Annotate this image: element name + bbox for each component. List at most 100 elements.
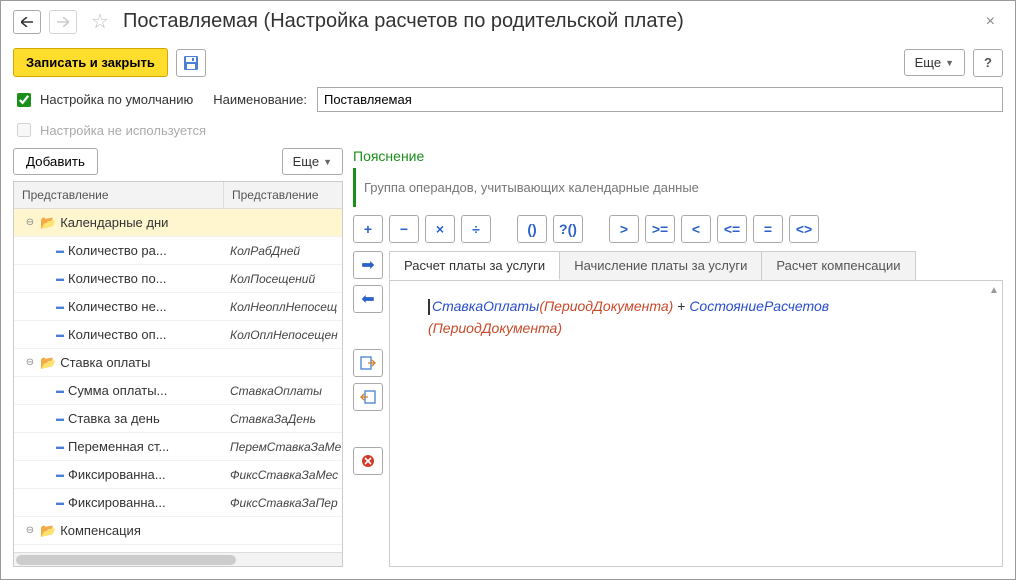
expand-icon[interactable]: ⊖ (24, 217, 36, 228)
explanation-title: Пояснение (353, 148, 1003, 164)
tree-hscrollbar[interactable] (14, 552, 342, 566)
main-toolbar: Записать и закрыть Еще ▼ ? (1, 42, 1015, 83)
tree-col-1[interactable]: Представление (14, 182, 224, 208)
default-setting-checkbox[interactable]: Настройка по умолчанию (13, 90, 193, 110)
formula-vscrollbar[interactable]: ▲ (988, 285, 1000, 562)
delete-button[interactable] (353, 447, 383, 475)
tree-row[interactable]: ▬ Количество ра... КолРабДней (14, 237, 342, 265)
tree-row[interactable]: ▬ Ставка за деньСтавкаЗаДень (14, 405, 342, 433)
tree-item-label: Календарные дни (60, 215, 168, 230)
expand-icon[interactable]: ⊖ (24, 525, 36, 536)
item-icon: ▬ (56, 498, 64, 507)
tree-row[interactable]: ▬ Количество по...КолПосещений (14, 265, 342, 293)
tree-col-2[interactable]: Представление (224, 182, 342, 208)
favorite-icon[interactable]: ☆ (91, 9, 109, 34)
settings-row-1: Настройка по умолчанию Наименование: (1, 83, 1015, 116)
chevron-down-icon: ▼ (945, 58, 954, 68)
folder-icon: 📂 (40, 215, 56, 231)
tree-item-label: Фиксированна... (68, 467, 166, 482)
save-button[interactable] (176, 49, 206, 77)
tree-item-code: КолРабДней (224, 244, 342, 258)
tree-row[interactable]: ▬ Фиксированна...ФиксСтавкаЗаПер (14, 489, 342, 517)
save-close-button[interactable]: Записать и закрыть (13, 48, 168, 77)
tree-item-label: Переменная ст... (68, 439, 169, 454)
insert-right-button[interactable]: ➡ (353, 251, 383, 279)
tree-header: Представление Представление (14, 182, 342, 209)
tree-row[interactable]: ▬ Сумма оплаты...СтавкаОплаты (14, 377, 342, 405)
operator-button[interactable]: <= (717, 215, 747, 243)
tree-item-code: СтавкаОплаты (224, 384, 342, 398)
tree-item-code: ПеремСтавкаЗаМе (224, 440, 342, 454)
tree-item-code: КолПосещений (224, 272, 342, 286)
operator-button[interactable]: + (353, 215, 383, 243)
import-button[interactable] (353, 383, 383, 411)
tree-row[interactable]: ⊖ 📂 Календарные дни (14, 209, 342, 237)
tabs: Расчет платы за услугиНачисление платы з… (389, 251, 1003, 281)
export-button[interactable] (353, 349, 383, 377)
tree-item-label: Количество ра... (68, 243, 167, 258)
formula-editor[interactable]: СтавкаОплаты(ПериодДокумента) + Состояни… (389, 281, 1003, 567)
item-icon: ▬ (56, 330, 64, 339)
item-icon: ▬ (56, 274, 64, 283)
operator-button[interactable]: () (517, 215, 547, 243)
chevron-down-icon: ▼ (323, 157, 332, 167)
help-button[interactable]: ? (973, 49, 1003, 77)
folder-icon: 📂 (40, 523, 56, 539)
operator-button[interactable]: > (609, 215, 639, 243)
item-icon: ▬ (56, 302, 64, 311)
operator-button[interactable]: − (389, 215, 419, 243)
text-cursor (428, 299, 430, 315)
tree-body[interactable]: ⊖ 📂 Календарные дни ▬ Количество ра... КолР… (14, 209, 342, 552)
tree-item-label: Сумма оплаты... (68, 383, 167, 398)
operator-button[interactable]: >= (645, 215, 675, 243)
name-input[interactable] (317, 87, 1003, 112)
tree-item-label: Ставка оплаты (60, 355, 150, 370)
nav-forward-button[interactable] (49, 10, 77, 34)
formula-tab[interactable]: Начисление платы за услуги (559, 251, 762, 280)
scroll-up-icon[interactable]: ▲ (988, 285, 1000, 296)
tree-item-label: Ставка за день (68, 411, 160, 426)
tree-row[interactable]: ▬ Переменная ст... ПеремСтавкаЗаМе (14, 433, 342, 461)
tree-row[interactable]: ⊖ 📂 Компенсация (14, 517, 342, 545)
formula-tab[interactable]: Расчет платы за услуги (389, 251, 560, 280)
add-button[interactable]: Добавить (13, 148, 98, 175)
nav-back-button[interactable] (13, 10, 41, 34)
tree-item-code: ФиксСтавкаЗаМес (224, 468, 342, 482)
tree-row[interactable]: ▬ Количество оп...КолОплНепосещен (14, 321, 342, 349)
formula-tab[interactable]: Расчет компенсации (761, 251, 915, 280)
tree-item-code: КолОплНепосещен (224, 328, 342, 342)
close-button[interactable]: × (978, 11, 1003, 33)
right-panel: Пояснение Группа операндов, учитывающих … (353, 148, 1003, 567)
operator-button[interactable]: ?() (553, 215, 583, 243)
tree-row[interactable]: ▬ Количество не... КолНеоплНепосещ (14, 293, 342, 321)
more-menu-button[interactable]: Еще ▼ (904, 49, 965, 76)
window: ☆ Поставляемая (Настройка расчетов по ро… (0, 0, 1016, 580)
tree-item-code: ФиксСтавкаЗаПер (224, 496, 342, 510)
tree-item-label: Компенсация (60, 523, 141, 538)
formula-tabs-wrap: Расчет платы за услугиНачисление платы з… (389, 251, 1003, 567)
item-icon: ▬ (56, 246, 64, 255)
operator-button[interactable]: × (425, 215, 455, 243)
titlebar: ☆ Поставляемая (Настройка расчетов по ро… (1, 1, 1015, 42)
settings-row-2: Настройка не используется (1, 116, 1015, 144)
expand-icon[interactable]: ⊖ (24, 357, 36, 368)
tree-row[interactable]: ▬ Фиксированна...ФиксСтавкаЗаМес (14, 461, 342, 489)
tree-item-code: КолНеоплНепосещ (224, 300, 342, 314)
formula-func-2: СостояниеРасчетов (689, 298, 829, 314)
operator-button[interactable]: = (753, 215, 783, 243)
item-icon: ▬ (56, 442, 64, 451)
left-panel: Добавить Еще ▼ Представление Представлен… (13, 148, 343, 567)
tree: Представление Представление ⊖ 📂 Календарн… (13, 181, 343, 567)
formula-op-plus: + (673, 298, 689, 314)
folder-icon: 📂 (40, 355, 56, 371)
operator-button[interactable]: <> (789, 215, 819, 243)
side-buttons: ➡ ⬅ (353, 251, 383, 567)
insert-left-button[interactable]: ⬅ (353, 285, 383, 313)
operator-button[interactable]: ÷ (461, 215, 491, 243)
item-icon: ▬ (56, 414, 64, 423)
left-more-button[interactable]: Еще ▼ (282, 148, 343, 175)
tree-row[interactable]: ⊖ 📂 Ставка оплаты (14, 349, 342, 377)
body: Добавить Еще ▼ Представление Представлен… (1, 144, 1015, 579)
tree-item-label: Количество не... (68, 299, 167, 314)
operator-button[interactable]: < (681, 215, 711, 243)
